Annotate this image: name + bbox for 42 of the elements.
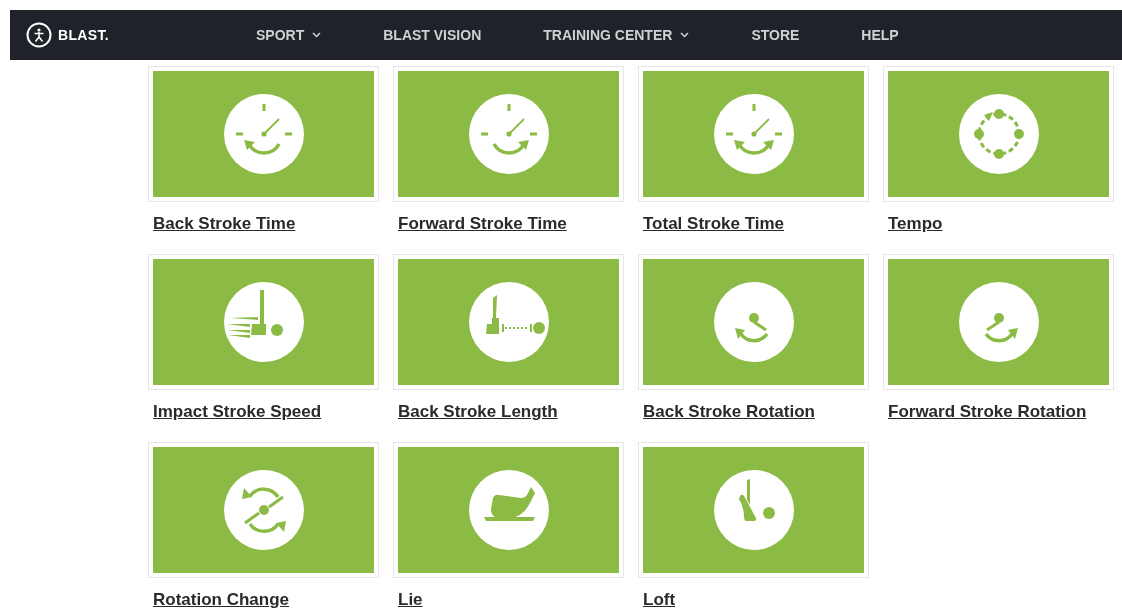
metric-card[interactable] (393, 442, 624, 578)
metric-card[interactable] (638, 66, 869, 202)
metric-card[interactable] (393, 254, 624, 390)
metric-icon (713, 282, 794, 362)
nav-link[interactable]: BLAST VISION (383, 24, 482, 46)
logo-icon[interactable] (26, 22, 52, 48)
metric-link[interactable]: Tempo (888, 214, 943, 234)
metric-card[interactable] (148, 254, 379, 390)
metric-link[interactable]: Back Stroke Time (153, 214, 296, 234)
metric-link[interactable]: Rotation Change (153, 590, 289, 608)
chevron-down-icon (680, 32, 690, 38)
metric-icon (468, 282, 549, 362)
metric-icon (468, 94, 549, 174)
metric-icon (958, 94, 1039, 174)
metric-icon (223, 470, 304, 550)
chevron-down-icon (312, 32, 322, 38)
metric-card[interactable] (883, 66, 1114, 202)
nav-link[interactable]: TRAINING CENTER (543, 24, 690, 46)
logo-text[interactable]: BLAST. (58, 24, 110, 46)
metric-icon (468, 470, 549, 550)
nav-link[interactable]: SPORT (256, 24, 322, 46)
metric-link[interactable]: Forward Stroke Rotation (888, 402, 1087, 422)
metric-card[interactable] (148, 66, 379, 202)
metric-link[interactable]: Forward Stroke Time (398, 214, 567, 234)
metric-link[interactable]: Loft (643, 590, 676, 608)
nav-link[interactable]: HELP (861, 24, 899, 46)
metric-icon (223, 282, 304, 362)
nav-link[interactable]: STORE (751, 24, 800, 46)
metric-icon (223, 94, 304, 174)
metric-card[interactable] (883, 254, 1114, 390)
metric-icon (958, 282, 1039, 362)
metric-link[interactable]: Total Stroke Time (643, 214, 785, 234)
metric-card[interactable] (393, 66, 624, 202)
metric-card[interactable] (148, 442, 379, 578)
metric-icon (713, 470, 794, 550)
metric-icon (713, 94, 794, 174)
metric-link[interactable]: Back Stroke Length (398, 402, 558, 422)
metric-link[interactable]: Lie (398, 590, 423, 608)
metric-card[interactable] (638, 442, 869, 578)
metric-card[interactable] (638, 254, 869, 390)
metric-link[interactable]: Impact Stroke Speed (153, 402, 322, 422)
metric-link[interactable]: Back Stroke Rotation (643, 402, 815, 422)
